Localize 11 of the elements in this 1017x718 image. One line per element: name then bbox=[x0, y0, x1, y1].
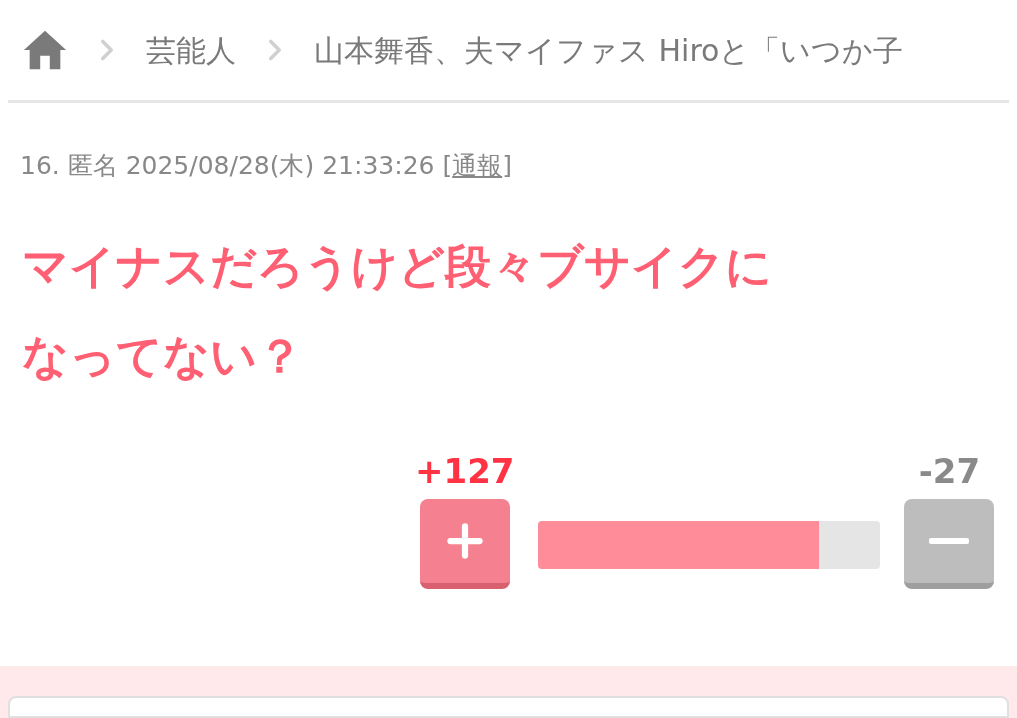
plus-count: +127 bbox=[415, 449, 515, 493]
report-link[interactable]: 通報 bbox=[452, 151, 503, 180]
breadcrumb-link[interactable]: 芸能人 bbox=[146, 27, 236, 73]
comment-text: なってない？ bbox=[22, 327, 304, 385]
comment-meta: 16. 匿名 2025/08/28(木) 21:33:26 [通報] bbox=[20, 150, 513, 182]
minus-count: -27 bbox=[918, 449, 981, 493]
minus-button[interactable] bbox=[904, 498, 995, 589]
minus-icon bbox=[929, 537, 970, 544]
comment-text: マイナスだろうけど段々ブサイクに bbox=[22, 237, 773, 295]
plus-button[interactable] bbox=[419, 498, 510, 589]
breadcrumb-link[interactable]: 山本舞香、夫マイファス Hiroと「いつか子 bbox=[314, 27, 904, 73]
